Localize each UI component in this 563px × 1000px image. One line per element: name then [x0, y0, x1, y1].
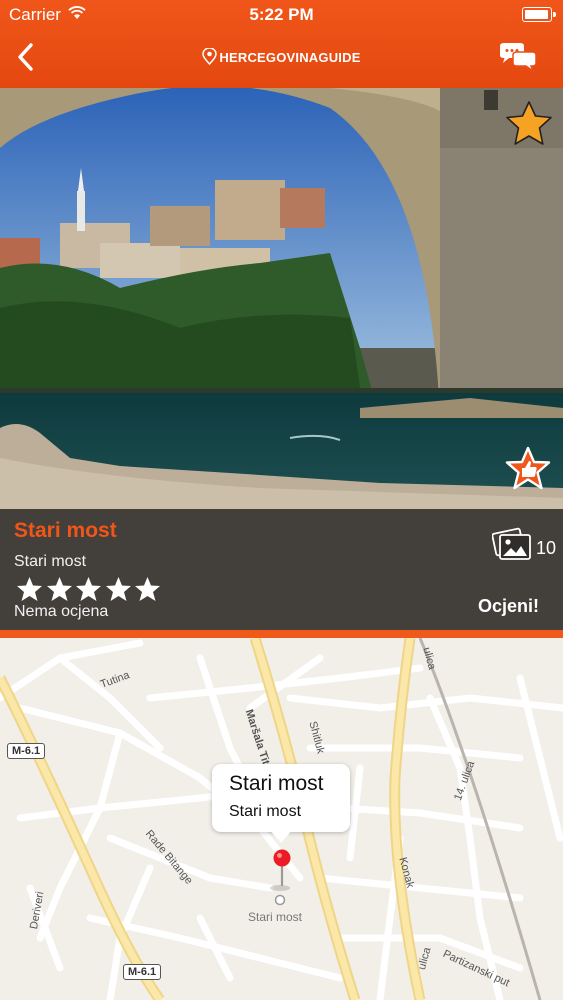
road-shield-m61: M-6.1 — [7, 743, 46, 759]
brand-logo: HERCEGOVINAGUIDE — [0, 48, 563, 65]
star-icon[interactable] — [134, 576, 161, 602]
map-pin-icon[interactable] — [270, 848, 294, 888]
status-bar: Carrier 5:22 PM — [0, 0, 563, 30]
road-shield-m61: M-6.1 — [123, 964, 162, 980]
favorite-star-icon[interactable] — [504, 99, 554, 147]
star-icon[interactable] — [16, 576, 43, 602]
speech-bubbles-icon[interactable] — [497, 42, 539, 72]
map-pin-logo-icon — [202, 48, 218, 65]
callout-pointer — [270, 830, 292, 843]
rate-thumbs-up-icon[interactable] — [504, 446, 552, 494]
star-icon[interactable] — [105, 576, 132, 602]
battery-icon — [522, 7, 556, 22]
rate-button[interactable]: Ocjeni! — [478, 596, 539, 617]
star-icon[interactable] — [75, 576, 102, 602]
place-subtitle: Stari most — [14, 553, 87, 570]
callout-title: Stari most — [229, 772, 324, 795]
pin-label: Stari most — [248, 910, 303, 924]
photo-gallery-icon[interactable] — [492, 525, 532, 561]
section-divider — [0, 630, 563, 638]
place-title: Stari most — [14, 519, 117, 542]
brand-text: HERCEGOVINAGUIDE — [219, 50, 361, 65]
star-icon[interactable] — [46, 576, 73, 602]
clock: 5:22 PM — [249, 5, 314, 24]
rating-status: Nema ocjena — [14, 603, 109, 620]
photo-count: 10 — [536, 538, 557, 558]
callout-subtitle: Stari most — [229, 803, 302, 820]
